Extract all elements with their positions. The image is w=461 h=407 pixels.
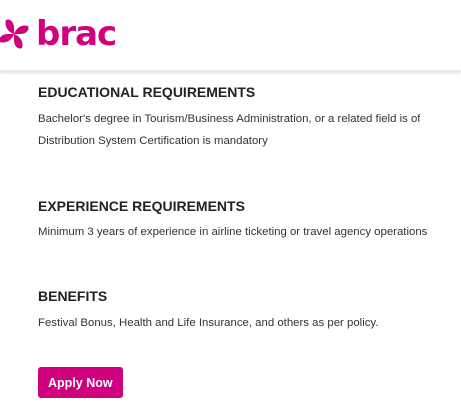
educational-requirements-line-1: Bachelor's degree in Tourism/Business Ad…: [38, 113, 421, 125]
educational-requirements-text: Bachelor's degree in Tourism/Business Ad…: [38, 108, 420, 152]
brac-logo[interactable]: brac: [0, 14, 117, 54]
brac-logo-mark-icon: [0, 19, 29, 49]
apply-now-button[interactable]: Apply Now: [38, 367, 123, 398]
educational-requirements-line-2: Distribution System Certification is man…: [38, 135, 268, 147]
benefits-section: BENEFITS Festival Bonus, Health and Life…: [38, 288, 378, 334]
benefits-text: Festival Bonus, Health and Life Insuranc…: [38, 317, 379, 329]
site-header: brac: [0, 0, 461, 71]
brac-logo-text: brac: [36, 14, 117, 54]
educational-requirements-heading: EDUCATIONAL REQUIREMENTS: [38, 84, 256, 100]
educational-requirements-section: EDUCATIONAL REQUIREMENTS Bachelor's degr…: [38, 84, 420, 152]
benefits-heading: BENEFITS: [38, 288, 108, 304]
experience-requirements-section: EXPERIENCE REQUIREMENTS Minimum 3 years …: [38, 198, 427, 243]
experience-requirements-heading: EXPERIENCE REQUIREMENTS: [38, 198, 245, 214]
experience-requirements-text: Minimum 3 years of experience in airline…: [38, 226, 428, 238]
